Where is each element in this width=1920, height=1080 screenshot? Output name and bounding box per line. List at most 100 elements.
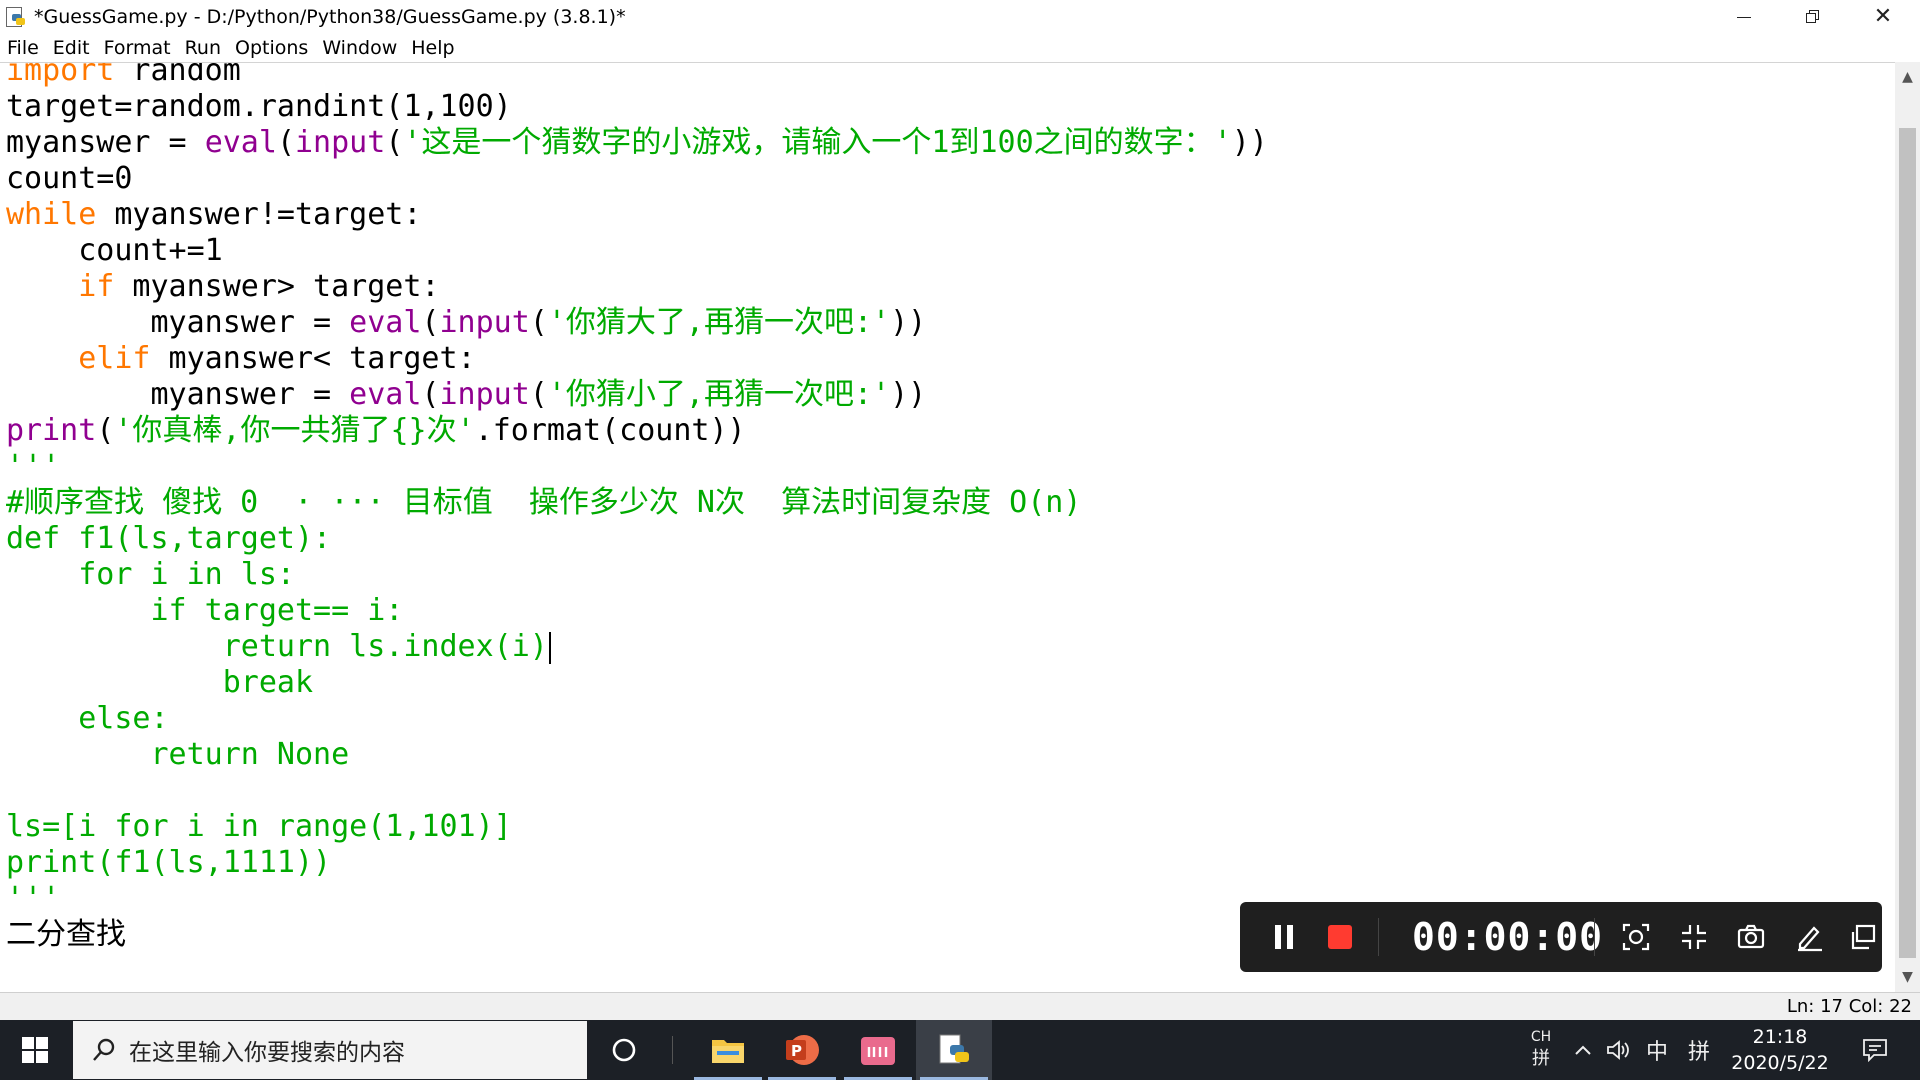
code-line[interactable]: count+=1 — [6, 233, 223, 269]
menu-edit[interactable]: Edit — [46, 34, 97, 62]
code-token: myanswer = — [6, 125, 205, 160]
code-line[interactable]: return None — [6, 737, 349, 773]
code-token: return None — [6, 737, 350, 772]
code-editor[interactable]: import random target=random.randint(1,100… — [0, 62, 1895, 993]
code-line[interactable]: def f1(ls,target): — [6, 521, 331, 557]
stop-record-icon[interactable] — [1318, 902, 1362, 972]
code-line[interactable]: ''' — [6, 449, 60, 485]
code-token: 二分查找 — [6, 917, 126, 952]
speaker-icon[interactable] — [1602, 1020, 1634, 1080]
bilibili-icon — [861, 1037, 895, 1065]
code-token: eval — [349, 305, 422, 340]
menu-file[interactable]: File — [0, 34, 46, 62]
code-line[interactable]: if target== i: — [6, 593, 403, 629]
code-token: ( — [529, 305, 548, 340]
minimize-button[interactable] — [1709, 0, 1779, 34]
divider — [1378, 918, 1379, 956]
code-token: myanswer> target: — [114, 269, 440, 304]
input-language[interactable]: CH 拼 — [1526, 1026, 1556, 1070]
menu-run[interactable]: Run — [178, 34, 228, 62]
cortana-icon[interactable] — [604, 1020, 644, 1080]
svg-text:P: P — [791, 1042, 802, 1060]
code-line[interactable]: print('你真棒,你一共猜了{}次'.format(count)) — [6, 413, 746, 449]
status-bar: Ln: 17 Col: 22 — [0, 992, 1920, 1021]
ime-label: 拼 — [1532, 1048, 1550, 1069]
code-token: count+=1 — [6, 233, 223, 268]
title-bar: *GuessGame.py - D:/Python/Python38/Guess… — [0, 0, 1920, 34]
code-line[interactable]: if myanswer> target: — [6, 269, 439, 305]
file-explorer-app[interactable] — [690, 1020, 766, 1080]
code-line[interactable]: ls=[i for i in range(1,101)] — [6, 809, 512, 845]
code-line[interactable]: #顺序查找 傻找 0 · ··· 目标值 操作多少次 N次 算法时间复杂度 O(… — [6, 485, 1081, 521]
close-button[interactable]: ✕ — [1848, 0, 1918, 34]
code-line[interactable]: else: — [6, 701, 169, 737]
pause-icon[interactable] — [1262, 902, 1306, 972]
code-line[interactable]: import random — [6, 62, 241, 89]
minimize-recorder-icon[interactable] — [1676, 919, 1712, 955]
code-line[interactable]: count=0 — [6, 161, 132, 197]
code-line[interactable]: for i in ls: — [6, 557, 295, 593]
code-token: if — [78, 269, 115, 304]
code-token: target=random.randint(1,100) — [6, 89, 512, 124]
ime-pinyin[interactable]: 拼 — [1682, 1020, 1716, 1080]
code-token: input — [439, 377, 530, 412]
code-token: random — [114, 62, 241, 88]
system-clock[interactable]: 21:18 2020/5/22 — [1725, 1024, 1835, 1076]
code-line[interactable]: break — [6, 665, 313, 701]
code-line[interactable]: target=random.randint(1,100) — [6, 89, 512, 125]
powerpoint-app[interactable]: P — [764, 1020, 840, 1080]
language-code: CH — [1530, 1029, 1552, 1045]
region-capture-icon[interactable] — [1618, 919, 1654, 955]
menu-help[interactable]: Help — [404, 34, 461, 62]
powerpoint-icon: P — [786, 1035, 819, 1065]
code-token: def f1(ls,target): — [6, 521, 332, 556]
code-token: myanswer = — [6, 305, 350, 340]
code-token: )) — [890, 377, 927, 412]
code-line[interactable]: ''' — [6, 881, 60, 917]
search-icon — [91, 1037, 117, 1063]
code-token: #顺序查找 傻找 0 · ··· 目标值 操作多少次 N次 算法时间复杂度 O(… — [6, 485, 1082, 520]
code-token: count=0 — [6, 161, 133, 196]
code-line[interactable]: 二分查找 — [6, 917, 126, 953]
menu-bar: File Edit Format Run Options Window Help — [0, 34, 462, 62]
vertical-scrollbar[interactable]: ▲ ▼ — [1895, 62, 1920, 992]
code-token: )) — [890, 305, 927, 340]
pen-annotate-icon[interactable] — [1791, 919, 1827, 955]
clock-date: 2020/5/22 — [1731, 1052, 1829, 1074]
bilibili-app[interactable] — [840, 1020, 916, 1080]
scroll-thumb[interactable] — [1899, 128, 1916, 958]
menu-window[interactable]: Window — [315, 34, 404, 62]
code-line[interactable]: myanswer = eval(input('你猜大了,再猜一次吧:')) — [6, 305, 926, 341]
taskbar-search-box[interactable]: 在这里输入你要搜索的内容 — [73, 1021, 587, 1079]
python-idle-app[interactable] — [916, 1020, 992, 1080]
menu-options[interactable]: Options — [228, 34, 315, 62]
scroll-down-arrow-icon[interactable]: ▼ — [1895, 962, 1920, 992]
code-line[interactable]: elif myanswer< target: — [6, 341, 475, 377]
code-token: else: — [6, 701, 169, 736]
code-token: '你猜小了,再猜一次吧:' — [547, 377, 891, 412]
notification-icon[interactable] — [1850, 1020, 1900, 1080]
code-token: ( — [385, 125, 404, 160]
code-line[interactable]: print(f1(ls,1111)) — [6, 845, 331, 881]
code-line[interactable]: return ls.index(i) — [6, 629, 551, 665]
code-token: ( — [276, 125, 295, 160]
ime-mode[interactable]: 中 — [1640, 1020, 1674, 1080]
code-line[interactable]: myanswer = eval(input('这是一个猜数字的小游戏，请输入一个… — [6, 125, 1268, 161]
divider — [672, 1036, 673, 1064]
folder-icon — [712, 1040, 744, 1063]
restore-button[interactable] — [1778, 0, 1848, 34]
code-token: ( — [421, 305, 440, 340]
camera-icon[interactable] — [1733, 919, 1769, 955]
code-token: return ls.index(i) — [6, 629, 548, 664]
window-mode-icon[interactable] — [1845, 919, 1881, 955]
code-token: eval — [349, 377, 422, 412]
windows-start-icon[interactable] — [0, 1020, 70, 1080]
idle-app-icon[interactable] — [4, 6, 26, 28]
minimize-icon — [1737, 16, 1751, 18]
code-token: '你真棒,你一共猜了{}次' — [114, 413, 475, 448]
code-line[interactable]: while myanswer!=target: — [6, 197, 421, 233]
code-line[interactable]: myanswer = eval(input('你猜小了,再猜一次吧:')) — [6, 377, 926, 413]
menu-format[interactable]: Format — [97, 34, 178, 62]
chevron-up-icon[interactable] — [1568, 1020, 1598, 1080]
scroll-up-arrow-icon[interactable]: ▲ — [1895, 62, 1920, 92]
